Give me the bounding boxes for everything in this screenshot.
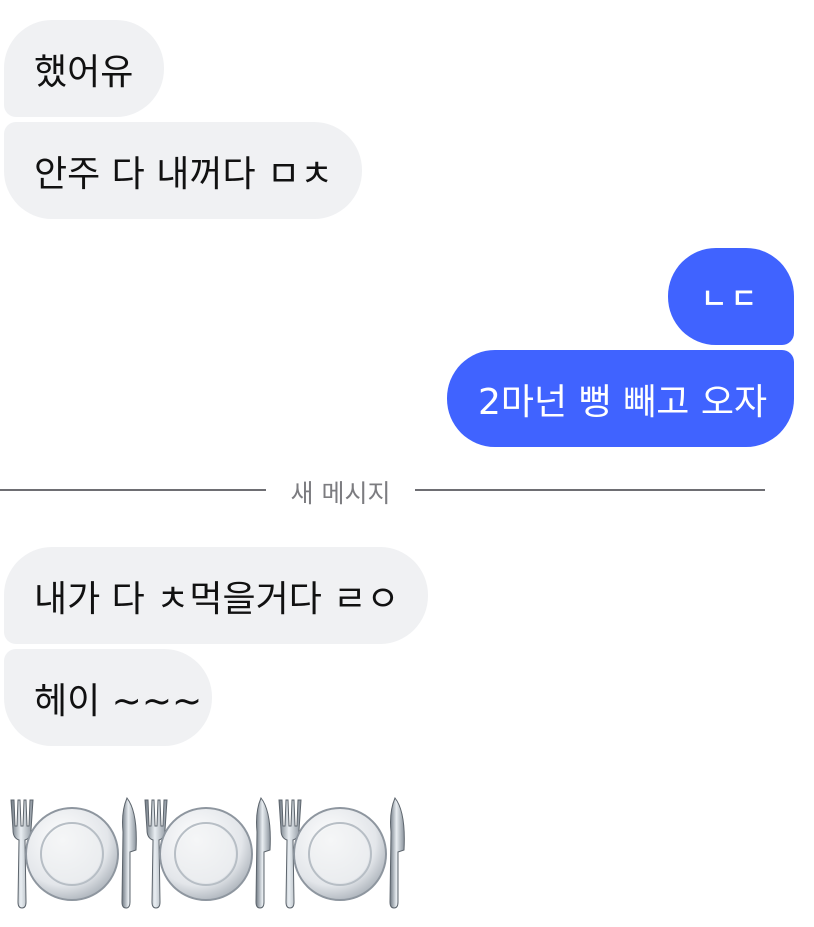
message-text: 헤이 ~~~ [34, 680, 203, 722]
divider-line-right [415, 489, 765, 491]
fork-knife-plate-icon [144, 797, 271, 909]
message-text: ㄴㄷ [701, 281, 761, 315]
message-bubble-outgoing[interactable]: ㄴㄷ [668, 248, 794, 345]
message-bubble-outgoing[interactable]: 2마넌 뻥 빼고 오자 [447, 350, 794, 447]
message-text: 안주 다 내꺼다 ㅁㅊ [34, 153, 334, 195]
message-text: 내가 다 ㅊ먹을거다 ㄹㅇ [34, 578, 400, 620]
message-bubble-incoming[interactable]: 헤이 ~~~ [4, 649, 212, 746]
fork-knife-plate-icon [278, 797, 405, 909]
emoji-message[interactable] [6, 792, 408, 912]
fork-knife-plate-icon [10, 797, 137, 909]
divider-line-left [0, 489, 266, 491]
divider-label: 새 메시지 [290, 479, 391, 508]
message-bubble-incoming[interactable]: 내가 다 ㅊ먹을거다 ㄹㅇ [4, 547, 428, 644]
message-text: 2마넌 뻥 빼고 오자 [478, 381, 768, 423]
message-text: 했어유 [34, 51, 134, 93]
message-bubble-incoming[interactable]: 안주 다 내꺼다 ㅁㅊ [4, 122, 362, 219]
message-bubble-incoming[interactable]: 했어유 [4, 20, 164, 117]
